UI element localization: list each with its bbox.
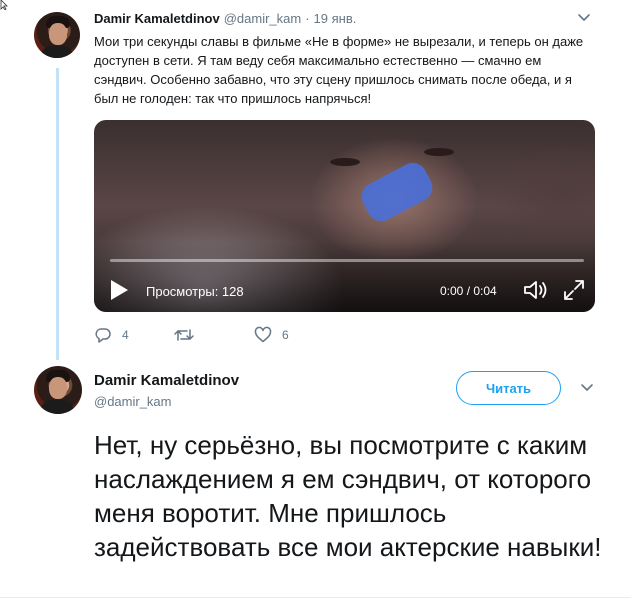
author-handle[interactable]: @damir_kam (224, 11, 302, 26)
video-player[interactable]: Просмотры: 128 0:00 / 0:04 (94, 120, 595, 312)
video-time: 0:00 / 0:04 (440, 284, 497, 298)
divider (0, 597, 631, 598)
chevron-down-icon[interactable] (577, 10, 591, 24)
separator-dot: · (305, 11, 310, 26)
fullscreen-icon[interactable] (562, 278, 586, 302)
retweet-button[interactable] (174, 326, 254, 344)
tweet-actions: 4 6 (94, 326, 334, 344)
thread-connector-line (56, 68, 59, 360)
like-count: 6 (282, 328, 289, 342)
retweet-icon (174, 329, 194, 341)
tweet-text: Нет, ну серьёзно, вы посмотрите с каким … (94, 430, 602, 562)
author-name[interactable]: Damir Kamaletdinov (94, 372, 239, 389)
follow-button[interactable]: Читать (456, 371, 561, 405)
video-controls-overlay (94, 242, 595, 312)
video-views: Просмотры: 128 (146, 284, 244, 299)
reply-button[interactable]: 4 (94, 326, 174, 344)
video-progress-bar[interactable] (110, 259, 584, 262)
chevron-down-icon[interactable] (580, 380, 594, 394)
volume-icon[interactable] (522, 278, 550, 302)
author-name[interactable]: Damir Kamaletdinov (94, 11, 220, 26)
play-icon[interactable] (108, 278, 130, 302)
tweet-text: Мои три секунды славы в фильме «Не в фор… (94, 34, 584, 106)
tweet-date[interactable]: 19 янв. (314, 11, 357, 26)
avatar[interactable] (34, 366, 82, 414)
tweet-header: Damir Kamaletdinov @damir_kam · 19 янв. (94, 11, 356, 26)
reply-count: 4 (122, 328, 129, 342)
mouse-cursor-icon (0, 0, 8, 10)
like-icon (254, 326, 272, 343)
reply-icon (95, 328, 111, 343)
like-button[interactable]: 6 (254, 326, 334, 344)
avatar[interactable] (34, 12, 80, 58)
author-handle[interactable]: @damir_kam (94, 394, 172, 409)
